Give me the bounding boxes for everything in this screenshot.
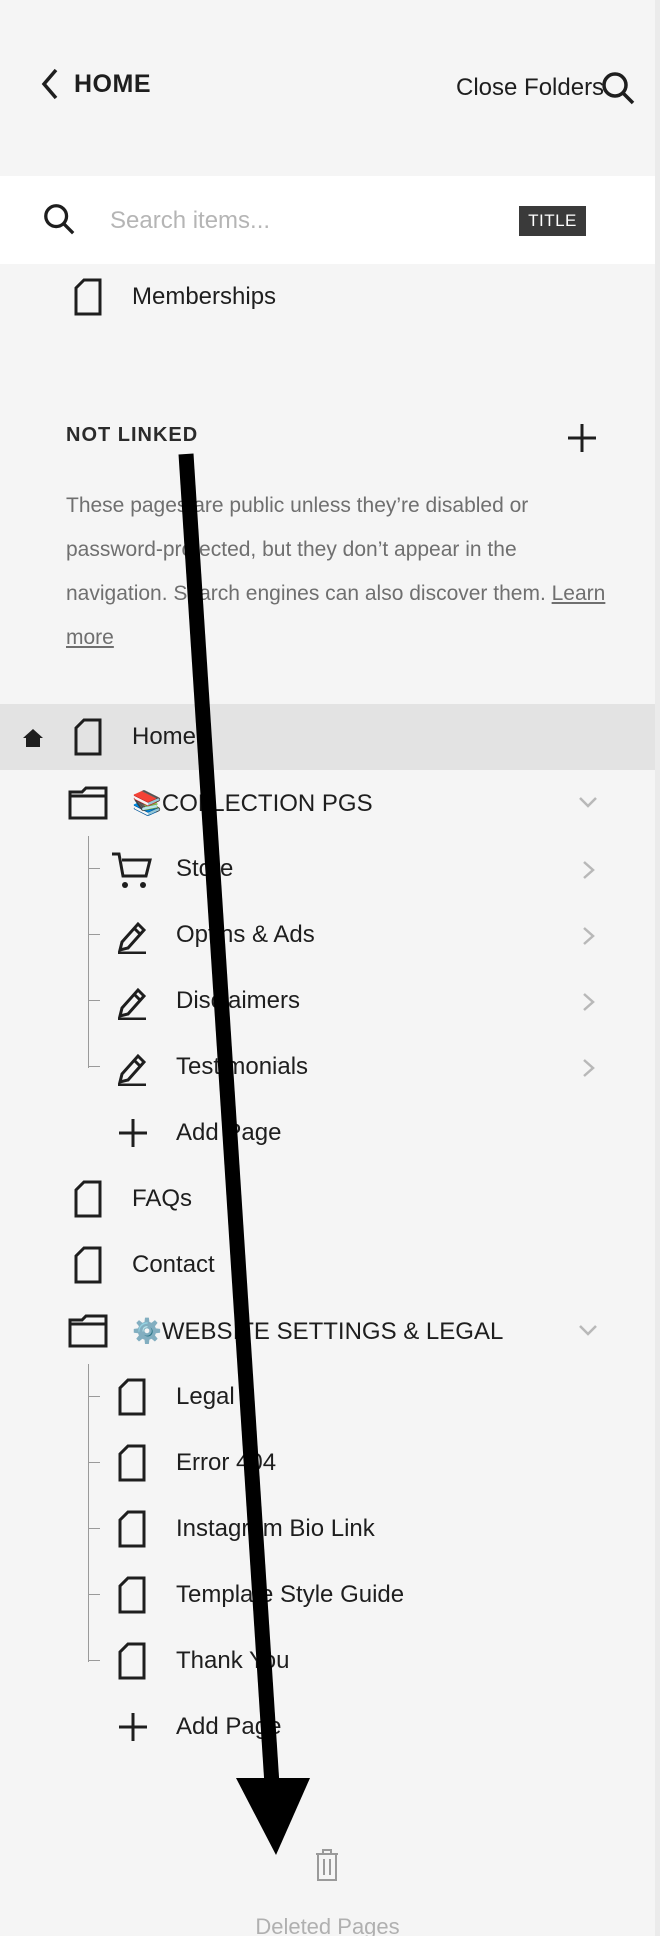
folder-icon <box>68 1314 108 1348</box>
scrollbar[interactable] <box>655 0 660 1936</box>
blog-pen-icon <box>117 1053 147 1086</box>
close-folders-button[interactable]: Close Folders <box>456 74 604 102</box>
deleted-pages-button[interactable] <box>314 1848 340 1887</box>
blog-pen-icon <box>117 921 147 954</box>
page-label: Template Style Guide <box>176 1581 405 1608</box>
search-icon <box>602 72 635 105</box>
page-item-optins-ads[interactable]: Optins & Ads <box>0 902 655 968</box>
folder-title: WEBSITE SETTINGS & LEGAL <box>161 1317 504 1345</box>
page-item-disclaimers[interactable]: Disclaimers <box>0 968 655 1034</box>
page-item-template-style-guide[interactable]: Template Style Guide <box>0 1562 655 1628</box>
page-label: Disclaimers <box>176 987 301 1014</box>
plus-icon <box>119 1119 147 1147</box>
page-label: Legal <box>176 1383 235 1410</box>
page-icon <box>118 1444 146 1482</box>
folder-label: ⚙️WEBSITE SETTINGS & LEGAL <box>132 1317 503 1346</box>
chevron-right-icon[interactable] <box>582 992 596 1012</box>
add-page-button[interactable]: Add Page <box>0 1100 655 1166</box>
page-item-home[interactable]: Home <box>0 704 655 770</box>
search-field-icon <box>42 202 76 241</box>
folder-icon <box>68 786 108 820</box>
trash-icon <box>316 1849 338 1881</box>
page-label: Error 404 <box>176 1449 277 1476</box>
page-item-testimonials[interactable]: Testimonials <box>0 1034 655 1100</box>
page-item-contact[interactable]: Contact <box>0 1232 655 1298</box>
page-icon <box>74 278 102 316</box>
page-icon <box>118 1576 146 1614</box>
page-icon <box>118 1510 146 1548</box>
folder-website-settings[interactable]: ⚙️WEBSITE SETTINGS & LEGAL <box>0 1298 655 1364</box>
add-page-label: Add Page <box>176 1713 282 1740</box>
page-label: Optins & Ads <box>176 921 315 948</box>
page-icon <box>118 1378 146 1416</box>
search-icon <box>44 204 75 235</box>
folder-label: 📚COLLECTION PGS <box>132 789 373 818</box>
page-item-thank-you[interactable]: Thank You <box>0 1628 655 1694</box>
page-label: Home <box>132 723 197 750</box>
search-input[interactable] <box>108 200 492 242</box>
not-linked-description: These pages are public unless they’re di… <box>66 484 606 660</box>
page-item-store[interactable]: Store <box>0 836 655 902</box>
page-item-legal[interactable]: Legal <box>0 1364 655 1430</box>
page-item-faqs[interactable]: FAQs <box>0 1166 655 1232</box>
description-text: These pages are public unless they’re di… <box>66 494 546 605</box>
not-linked-heading: NOT LINKED <box>66 424 199 446</box>
add-page-label: Add Page <box>176 1119 282 1146</box>
page-label: Store <box>176 855 234 882</box>
plus-icon <box>119 1713 147 1741</box>
chevron-right-icon[interactable] <box>582 860 596 880</box>
add-not-linked-button[interactable] <box>566 422 598 459</box>
cart-icon <box>112 852 152 888</box>
blog-pen-icon <box>117 987 147 1020</box>
chevron-down-icon[interactable] <box>578 796 598 810</box>
page-label: FAQs <box>132 1185 193 1212</box>
folder-emoji: ⚙️ <box>132 1317 162 1345</box>
page-label: Testimonials <box>176 1053 309 1080</box>
chevron-right-icon[interactable] <box>582 926 596 946</box>
folder-emoji: 📚 <box>132 789 162 817</box>
pages-panel: HOME Close Folders TITLE Memberships NOT… <box>0 0 655 1936</box>
page-label: Contact <box>132 1251 215 1278</box>
back-label: HOME <box>74 69 151 98</box>
page-icon <box>74 1246 102 1284</box>
page-label: Instagram Bio Link <box>176 1515 375 1542</box>
add-page-button[interactable]: Add Page <box>0 1694 655 1760</box>
home-icon <box>23 729 43 747</box>
page-item-error-404[interactable]: Error 404 <box>0 1430 655 1496</box>
plus-icon <box>568 424 596 452</box>
search-toggle-button[interactable] <box>600 70 636 111</box>
folder-collection-pgs[interactable]: 📚COLLECTION PGS <box>0 770 655 836</box>
chevron-left-icon <box>41 68 58 100</box>
deleted-pages-label[interactable]: Deleted Pages <box>0 1914 655 1936</box>
page-icon <box>118 1642 146 1680</box>
title-filter-badge[interactable]: TITLE <box>519 206 586 236</box>
page-icon <box>74 718 102 756</box>
page-item-memberships[interactable]: Memberships <box>0 264 655 330</box>
back-home-button[interactable]: HOME <box>40 68 151 100</box>
chevron-down-icon[interactable] <box>578 1324 598 1338</box>
panel-header: HOME Close Folders <box>0 0 655 176</box>
page-label: Thank You <box>176 1647 290 1674</box>
chevron-right-icon[interactable] <box>582 1058 596 1078</box>
folder-title: COLLECTION PGS <box>161 789 373 817</box>
page-item-instagram-bio-link[interactable]: Instagram Bio Link <box>0 1496 655 1562</box>
page-icon <box>74 1180 102 1218</box>
page-label: Memberships <box>132 283 277 310</box>
